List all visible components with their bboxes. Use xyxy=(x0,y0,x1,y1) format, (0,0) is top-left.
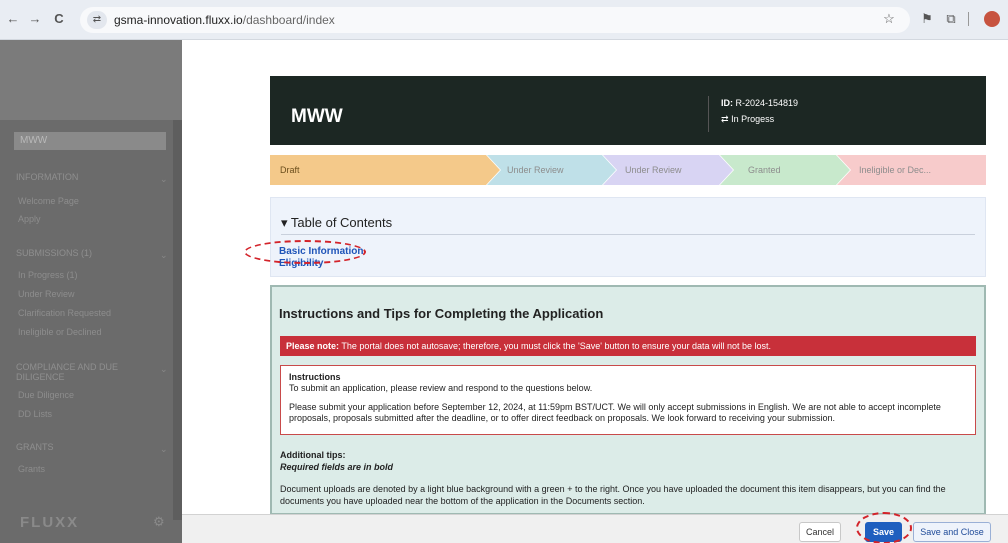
step-ineligible: Ineligible or Dec... xyxy=(837,155,986,185)
alert-bold: Please note: xyxy=(286,341,340,351)
sidebar-scrollbar[interactable] xyxy=(173,120,182,520)
instructions-line-2: Please submit your application before Se… xyxy=(289,402,941,423)
reload-icon[interactable]: C xyxy=(50,10,68,28)
additional-tips-heading: Additional tips: xyxy=(280,450,346,460)
instructions-title: Instructions and Tips for Completing the… xyxy=(279,306,604,321)
sidebar-item-under-review[interactable]: Under Review xyxy=(18,289,75,299)
alert-text: The portal does not autosave; therefore,… xyxy=(339,341,772,351)
instructions-panel: Instructions and Tips for Completing the… xyxy=(270,285,986,515)
sidebar-item-due-diligence[interactable]: Due Diligence xyxy=(18,390,74,400)
chevron-down-icon[interactable]: ⌄ xyxy=(160,364,168,375)
sidebar-item-ineligible[interactable]: Ineligible or Declined xyxy=(18,327,102,337)
fluxx-logo: FLUXX xyxy=(20,514,80,531)
record-header: MWW ID: R-2024-154819 ⇄ In Progess xyxy=(270,76,986,145)
sidebar-item-grants[interactable]: Grants xyxy=(18,464,45,474)
toc-title[interactable]: ▾ Table of Contents xyxy=(281,215,392,231)
instructions-box: Instructions To submit an application, p… xyxy=(280,365,976,435)
browser-toolbar: ← → C ⇄ gsma-innovation.fluxx.io/dashboa… xyxy=(0,0,1008,40)
header-divider xyxy=(708,96,709,132)
cancel-button[interactable]: Cancel xyxy=(799,522,841,542)
step-draft: Draft xyxy=(270,155,500,185)
autosave-alert: Please note: The portal does not autosav… xyxy=(280,336,976,356)
back-icon[interactable]: ← xyxy=(4,10,22,28)
sidebar-selected-item[interactable]: MWW xyxy=(14,132,166,150)
step-under-review: Under Review xyxy=(487,155,616,185)
address-bar[interactable]: ⇄ gsma-innovation.fluxx.io/dashboard/ind… xyxy=(80,7,910,33)
gear-icon[interactable]: ⚙ xyxy=(153,514,165,530)
annotation-circle xyxy=(244,240,366,264)
document-upload-note: Document uploads are denoted by a light … xyxy=(280,484,946,506)
sidebar-item-dd-lists[interactable]: DD Lists xyxy=(18,409,52,419)
chevron-down-icon[interactable]: ⌄ xyxy=(160,444,168,455)
url-host: gsma-innovation.fluxx.io xyxy=(114,13,243,27)
record-status-text: In Progess xyxy=(731,114,775,124)
bookmark-star-icon[interactable]: ☆ xyxy=(880,10,898,28)
sidebar-header xyxy=(0,40,182,120)
record-status: ⇄ In Progess xyxy=(721,114,774,125)
extensions-puzzle-icon[interactable]: ⧉ xyxy=(942,10,960,28)
sidebar-section-compliance[interactable]: COMPLIANCE AND DUE DILIGENCE xyxy=(16,362,156,382)
sidebar-item-clarification[interactable]: Clarification Requested xyxy=(18,308,111,318)
instructions-box-title: Instructions xyxy=(289,372,341,382)
chevron-down-icon[interactable]: ⌄ xyxy=(160,250,168,261)
step-under-review-2: Under Review xyxy=(603,155,733,185)
chevron-down-icon[interactable]: ⌄ xyxy=(160,174,168,185)
save-and-close-button[interactable]: Save and Close xyxy=(913,522,991,542)
sidebar-item-welcome[interactable]: Welcome Page xyxy=(18,196,79,206)
forward-icon[interactable]: → xyxy=(26,10,44,28)
profile-avatar[interactable] xyxy=(984,11,1000,27)
url-text[interactable]: gsma-innovation.fluxx.io/dashboard/index xyxy=(114,13,335,27)
toc-divider xyxy=(281,234,975,235)
sidebar: MWW INFORMATION ⌄ Welcome Page Apply SUB… xyxy=(0,40,182,543)
record-id-label: ID: xyxy=(721,98,733,108)
sidebar-section-information[interactable]: INFORMATION xyxy=(16,172,156,182)
workflow-steps: Draft Under Review Under Review Granted … xyxy=(270,155,986,185)
toolbar-divider xyxy=(968,12,969,26)
record-title: MWW xyxy=(291,106,343,127)
annotation-circle-save xyxy=(856,512,912,543)
sidebar-section-submissions[interactable]: SUBMISSIONS (1) xyxy=(16,248,156,258)
url-path: /dashboard/index xyxy=(242,13,335,27)
record-id-value: R-2024-154819 xyxy=(735,98,799,108)
sidebar-item-apply[interactable]: Apply xyxy=(18,214,41,224)
record-id: ID: R-2024-154819 xyxy=(721,98,798,108)
sidebar-item-in-progress[interactable]: In Progress (1) xyxy=(18,270,78,280)
required-fields-note: Required fields are in bold xyxy=(280,462,394,472)
instructions-line-1: To submit an application, please review … xyxy=(289,383,593,393)
table-of-contents: ▾ Table of Contents Basic Information El… xyxy=(270,197,986,277)
step-granted: Granted xyxy=(720,155,850,185)
extension-icon[interactable]: ⚑ xyxy=(918,10,936,28)
status-swap-icon: ⇄ xyxy=(721,114,729,124)
site-settings-icon[interactable]: ⇄ xyxy=(87,11,107,29)
sidebar-section-grants[interactable]: GRANTS xyxy=(16,442,156,452)
